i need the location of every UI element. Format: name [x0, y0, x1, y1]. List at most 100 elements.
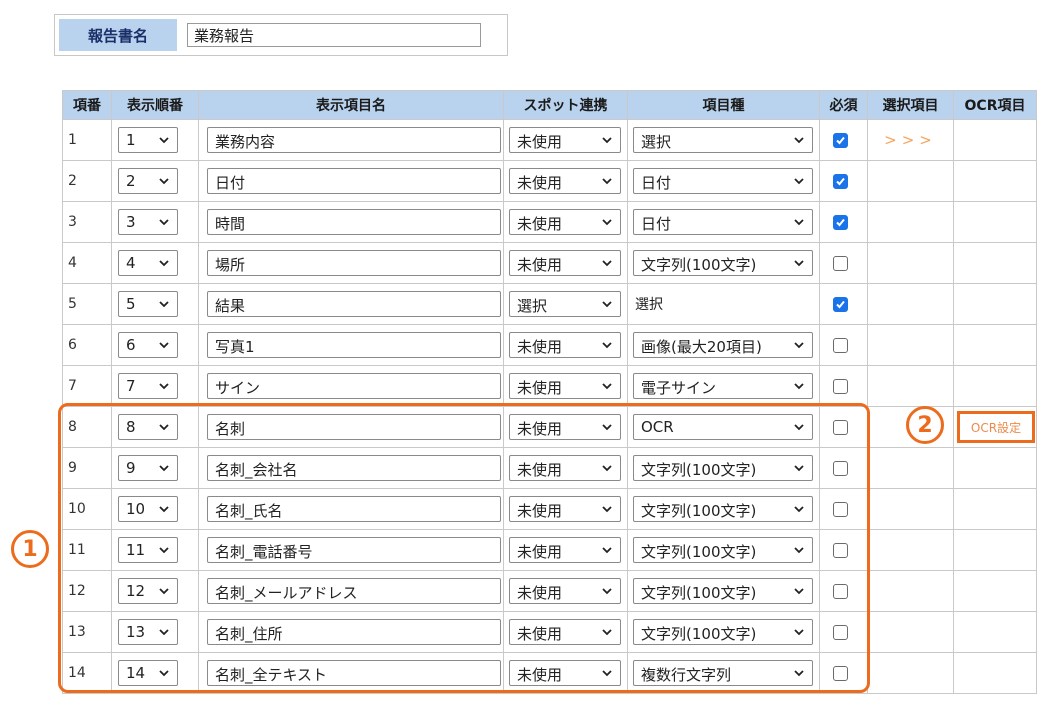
- item-type-select[interactable]: 文字列(100文字): [633, 537, 813, 563]
- item-name-input[interactable]: サイン: [207, 373, 501, 399]
- display-order-select[interactable]: 7: [118, 373, 178, 399]
- chevron-down-icon: [794, 260, 804, 267]
- chevron-down-icon: [159, 506, 169, 513]
- chevron-down-icon: [159, 137, 169, 144]
- header-required: 必須: [819, 90, 868, 120]
- display-order-select[interactable]: 1: [118, 127, 178, 153]
- spot-link-select[interactable]: 未使用: [509, 660, 621, 686]
- required-checkbox[interactable]: [833, 214, 848, 230]
- item-type-value: 複数行文字列: [641, 666, 732, 684]
- required-checkbox[interactable]: [833, 542, 848, 558]
- display-order-select[interactable]: 10: [118, 496, 178, 522]
- spot-link-select[interactable]: 未使用: [509, 168, 621, 194]
- item-name-input[interactable]: 名刺_氏名: [207, 496, 501, 522]
- spot-link-select[interactable]: 未使用: [509, 414, 621, 440]
- required-checkbox[interactable]: [833, 624, 848, 640]
- required-checkbox[interactable]: [833, 296, 848, 312]
- check-icon: [836, 218, 845, 226]
- item-type-select[interactable]: 日付: [633, 168, 813, 194]
- display-order-select[interactable]: 5: [118, 291, 178, 317]
- table-row: 6 6 写真1 未使用 画像(最大20項目): [62, 324, 1037, 366]
- item-name-input[interactable]: 名刺_会社名: [207, 455, 501, 481]
- item-type-select[interactable]: 複数行文字列: [633, 660, 813, 686]
- item-name-input[interactable]: 名刺: [207, 414, 501, 440]
- report-name-input[interactable]: [187, 23, 481, 47]
- spot-link-select[interactable]: 未使用: [509, 496, 621, 522]
- spot-link-value: 未使用: [517, 666, 563, 684]
- item-number: 1: [62, 119, 112, 161]
- display-order-select[interactable]: 9: [118, 455, 178, 481]
- spot-link-value: 未使用: [517, 133, 563, 151]
- required-checkbox[interactable]: [833, 337, 848, 353]
- required-checkbox[interactable]: [833, 583, 848, 599]
- header-item-type: 項目種: [627, 90, 820, 120]
- spot-link-select[interactable]: 未使用: [509, 373, 621, 399]
- display-order-select[interactable]: 8: [118, 414, 178, 440]
- display-order-select[interactable]: 13: [118, 619, 178, 645]
- select-items-link[interactable]: >>>: [868, 131, 953, 149]
- item-name-input[interactable]: 場所: [207, 250, 501, 276]
- spot-link-value: 未使用: [517, 502, 563, 520]
- spot-link-select[interactable]: 選択: [509, 291, 621, 317]
- required-checkbox[interactable]: [833, 419, 848, 435]
- check-icon: [836, 136, 845, 144]
- item-name-input[interactable]: 結果: [207, 291, 501, 317]
- spot-link-select[interactable]: 未使用: [509, 537, 621, 563]
- item-type-select[interactable]: 文字列(100文字): [633, 619, 813, 645]
- spot-link-select[interactable]: 未使用: [509, 455, 621, 481]
- required-checkbox[interactable]: [833, 460, 848, 476]
- item-type-select[interactable]: 電子サイン: [633, 373, 813, 399]
- display-order-select[interactable]: 3: [118, 209, 178, 235]
- item-type-select[interactable]: 文字列(100文字): [633, 496, 813, 522]
- spot-link-select[interactable]: 未使用: [509, 578, 621, 604]
- item-name-input[interactable]: 名刺_住所: [207, 619, 501, 645]
- required-checkbox[interactable]: [833, 132, 848, 148]
- item-name-input[interactable]: 業務内容: [207, 127, 501, 153]
- item-name-input[interactable]: 日付: [207, 168, 501, 194]
- chevron-down-icon: [602, 342, 612, 349]
- item-name-input[interactable]: 名刺_メールアドレス: [207, 578, 501, 604]
- display-order-select[interactable]: 12: [118, 578, 178, 604]
- spot-link-select[interactable]: 未使用: [509, 209, 621, 235]
- display-order-value: 11: [126, 541, 146, 559]
- header-order: 表示順番: [111, 90, 199, 120]
- spot-link-select[interactable]: 未使用: [509, 332, 621, 358]
- item-type-select[interactable]: 文字列(100文字): [633, 250, 813, 276]
- chevron-down-icon: [794, 465, 804, 472]
- item-type-select[interactable]: 選択: [633, 127, 813, 153]
- table-row: 2 2 日付 未使用 日付: [62, 160, 1037, 202]
- required-checkbox[interactable]: [833, 378, 848, 394]
- spot-link-select[interactable]: 未使用: [509, 127, 621, 153]
- spot-link-value: 未使用: [517, 625, 563, 643]
- display-order-value: 7: [126, 377, 136, 395]
- item-name-input[interactable]: 名刺_全テキスト: [207, 660, 501, 686]
- required-checkbox[interactable]: [833, 501, 848, 517]
- item-type-value: 日付: [641, 215, 672, 233]
- required-checkbox[interactable]: [833, 173, 848, 189]
- item-type-select[interactable]: 文字列(100文字): [633, 455, 813, 481]
- item-name-input[interactable]: 名刺_電話番号: [207, 537, 501, 563]
- item-name-input[interactable]: 写真1: [207, 332, 501, 358]
- display-order-select[interactable]: 2: [118, 168, 178, 194]
- ocr-settings-button[interactable]: OCR設定: [957, 411, 1035, 443]
- item-number: 9: [62, 447, 112, 489]
- display-order-select[interactable]: 6: [118, 332, 178, 358]
- display-order-select[interactable]: 11: [118, 537, 178, 563]
- required-checkbox[interactable]: [833, 665, 848, 681]
- table-row: 8 8 名刺 未使用 OCR OCR設定: [62, 406, 1037, 448]
- spot-link-value: 選択: [517, 297, 548, 315]
- spot-link-select[interactable]: 未使用: [509, 619, 621, 645]
- chevron-down-icon: [159, 260, 169, 267]
- item-type-select[interactable]: 文字列(100文字): [633, 578, 813, 604]
- spot-link-select[interactable]: 未使用: [509, 250, 621, 276]
- display-order-select[interactable]: 14: [118, 660, 178, 686]
- chevron-down-icon: [794, 424, 804, 431]
- item-type-select[interactable]: 画像(最大20項目): [633, 332, 813, 358]
- item-type-select[interactable]: 日付: [633, 209, 813, 235]
- table-row: 7 7 サイン 未使用 電子サイン: [62, 365, 1037, 407]
- item-name-input[interactable]: 時間: [207, 209, 501, 235]
- required-checkbox[interactable]: [833, 255, 848, 271]
- display-order-select[interactable]: 4: [118, 250, 178, 276]
- item-number: 6: [62, 324, 112, 366]
- item-type-select[interactable]: OCR: [633, 414, 813, 440]
